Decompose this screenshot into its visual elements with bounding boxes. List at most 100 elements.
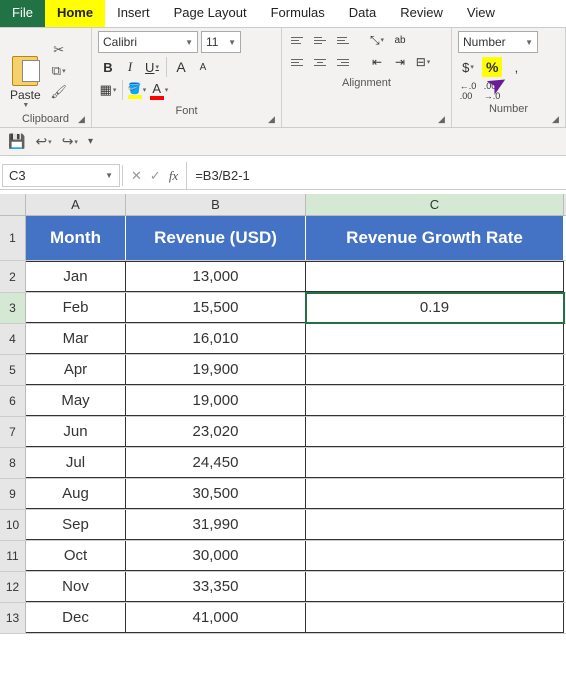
align-top-button[interactable] [288, 31, 306, 49]
cell-revenue[interactable]: 41,000 [126, 603, 306, 633]
cell-month[interactable]: Jul [26, 448, 126, 478]
bold-button[interactable]: B [98, 57, 118, 77]
cell-revenue[interactable]: 19,000 [126, 386, 306, 416]
cell-growth[interactable] [306, 355, 564, 385]
cell-growth[interactable] [306, 510, 564, 540]
cell-growth[interactable] [306, 479, 564, 509]
cut-button[interactable]: ✂ [49, 41, 69, 59]
percent-button[interactable]: % ➤ [482, 57, 502, 77]
clipboard-dialog-launcher[interactable]: ◢ [78, 114, 88, 124]
tab-view[interactable]: View [455, 0, 507, 27]
cell-revenue[interactable]: 15,500 [126, 293, 306, 323]
font-size-combo[interactable]: 11▼ [201, 31, 241, 53]
font-color-button[interactable]: A▾ [149, 80, 169, 100]
cell-growth[interactable] [306, 386, 564, 416]
cell-month[interactable]: Feb [26, 293, 126, 323]
row-header[interactable]: 4 [0, 324, 26, 354]
redo-button[interactable]: ↪▾ [62, 133, 78, 150]
fill-color-button[interactable]: 🪣▾ [127, 80, 147, 100]
name-box[interactable]: C3▼ [2, 164, 120, 187]
alignment-dialog-launcher[interactable]: ◢ [438, 114, 448, 124]
row-header[interactable]: 6 [0, 386, 26, 416]
decrease-decimal-button[interactable]: .00→.0 [482, 81, 502, 101]
row-header-1[interactable]: 1 [0, 216, 26, 260]
undo-button[interactable]: ↩▾ [35, 133, 51, 150]
cell-revenue[interactable]: 30,000 [126, 541, 306, 571]
row-header[interactable]: 11 [0, 541, 26, 571]
increase-indent-button[interactable]: ⇥ [391, 53, 409, 71]
cell-revenue[interactable]: 30,500 [126, 479, 306, 509]
currency-button[interactable]: $▾ [458, 57, 478, 77]
row-header[interactable]: 5 [0, 355, 26, 385]
row-header[interactable]: 12 [0, 572, 26, 602]
tab-page-layout[interactable]: Page Layout [162, 0, 259, 27]
cell-month[interactable]: Jun [26, 417, 126, 447]
wrap-text-button[interactable]: ab [391, 31, 409, 49]
italic-button[interactable]: I [120, 57, 140, 77]
header-revenue[interactable]: Revenue (USD) [126, 216, 306, 260]
cell-month[interactable]: Aug [26, 479, 126, 509]
cell-month[interactable]: Mar [26, 324, 126, 354]
cell-month[interactable]: May [26, 386, 126, 416]
font-dialog-launcher[interactable]: ◢ [268, 114, 278, 124]
cell-growth[interactable] [306, 572, 564, 602]
comma-button[interactable]: , [506, 57, 526, 77]
cell-growth[interactable] [306, 324, 564, 354]
row-header[interactable]: 2 [0, 261, 26, 292]
cell-month[interactable]: Sep [26, 510, 126, 540]
increase-decimal-button[interactable]: ←.0.00 [458, 81, 478, 101]
tab-review[interactable]: Review [388, 0, 455, 27]
underline-button[interactable]: U▾ [142, 57, 162, 77]
select-all-corner[interactable] [0, 194, 26, 215]
paste-button[interactable]: Paste ▼ [6, 31, 45, 111]
cell-growth[interactable] [306, 417, 564, 447]
cell-month[interactable]: Jan [26, 261, 126, 292]
cell-month[interactable]: Apr [26, 355, 126, 385]
qat-customize[interactable]: ▾ [88, 136, 93, 147]
tab-insert[interactable]: Insert [105, 0, 162, 27]
grow-font-button[interactable]: A [171, 57, 191, 77]
cell-growth[interactable] [306, 603, 564, 633]
copy-button[interactable]: ⧉▾ [49, 62, 69, 80]
cell-month[interactable]: Oct [26, 541, 126, 571]
accept-formula-button[interactable]: ✓ [150, 168, 161, 184]
align-right-button[interactable] [334, 53, 352, 71]
cell-revenue[interactable]: 23,020 [126, 417, 306, 447]
border-button[interactable]: ▦▾ [98, 80, 118, 100]
tab-file[interactable]: File [0, 0, 45, 27]
cell-growth[interactable] [306, 541, 564, 571]
header-growth[interactable]: Revenue Growth Rate [306, 216, 564, 260]
cell-revenue[interactable]: 16,010 [126, 324, 306, 354]
cell-growth[interactable] [306, 448, 564, 478]
fx-button[interactable]: fx [169, 168, 178, 184]
col-header-b[interactable]: B [126, 194, 306, 215]
cell-growth-selected[interactable]: 0.19 [306, 293, 564, 323]
orientation-button[interactable]: ⤡▾ [368, 31, 386, 49]
cell-revenue[interactable]: 19,900 [126, 355, 306, 385]
cell-revenue[interactable]: 24,450 [126, 448, 306, 478]
col-header-a[interactable]: A [26, 194, 126, 215]
cell-month[interactable]: Nov [26, 572, 126, 602]
tab-formulas[interactable]: Formulas [259, 0, 337, 27]
merge-button[interactable]: ⊟▾ [414, 53, 432, 71]
font-name-combo[interactable]: Calibri▼ [98, 31, 198, 53]
cell-revenue[interactable]: 33,350 [126, 572, 306, 602]
header-month[interactable]: Month [26, 216, 126, 260]
align-left-button[interactable] [288, 53, 306, 71]
row-header[interactable]: 7 [0, 417, 26, 447]
save-button[interactable]: 💾 [8, 133, 25, 150]
row-header[interactable]: 10 [0, 510, 26, 540]
cell-month[interactable]: Dec [26, 603, 126, 633]
shrink-font-button[interactable]: A [193, 57, 213, 77]
decrease-indent-button[interactable]: ⇤ [368, 53, 386, 71]
cancel-formula-button[interactable]: ✕ [131, 168, 142, 184]
formula-input[interactable]: =B3/B2-1 [187, 162, 566, 189]
align-bottom-button[interactable] [334, 31, 352, 49]
align-middle-button[interactable] [311, 31, 329, 49]
tab-data[interactable]: Data [337, 0, 388, 27]
row-header[interactable]: 13 [0, 603, 26, 633]
format-painter-button[interactable]: 🖌 [49, 83, 69, 101]
row-header[interactable]: 9 [0, 479, 26, 509]
cell-revenue[interactable]: 31,990 [126, 510, 306, 540]
col-header-c[interactable]: C [306, 194, 564, 215]
